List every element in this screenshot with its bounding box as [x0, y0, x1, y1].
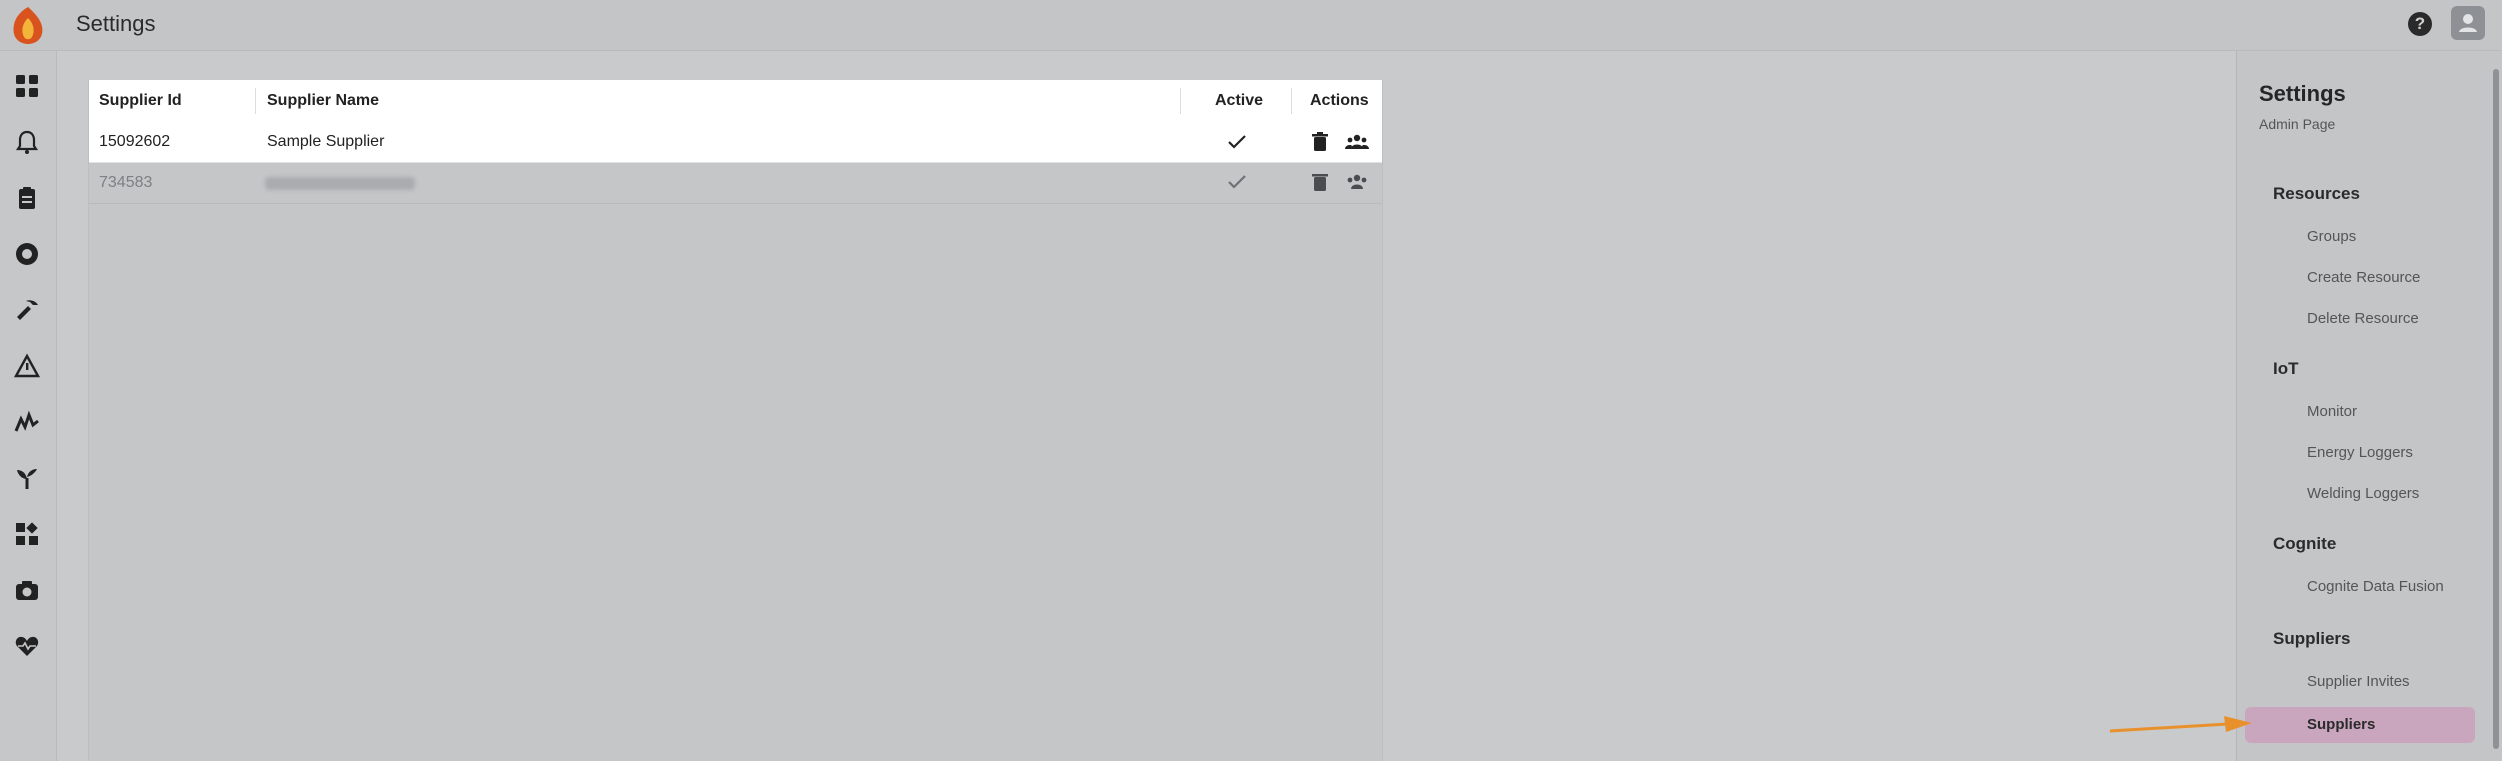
- check-icon: [1228, 175, 1246, 189]
- table-header: Supplier Id Supplier Name Active Actions: [89, 80, 1382, 123]
- column-divider: [1291, 88, 1292, 114]
- panel-title: Settings: [2259, 81, 2346, 106]
- warning-icon[interactable]: [14, 353, 40, 379]
- supplier-id-cell: 15092602: [99, 133, 171, 150]
- settings-side-panel: Settings Admin Page Resources Groups Cre…: [2236, 51, 2491, 761]
- suppliers-table: Supplier Id Supplier Name Active Actions…: [88, 80, 1383, 761]
- column-header-supplier-name[interactable]: Supplier Name: [267, 92, 379, 110]
- nav-item-monitor[interactable]: Monitor: [2307, 403, 2357, 420]
- panel-scrollbar[interactable]: [2490, 51, 2502, 761]
- column-header-supplier-id[interactable]: Supplier Id: [99, 92, 182, 110]
- page-title: Settings: [76, 11, 156, 36]
- chart-circle-icon[interactable]: [14, 241, 40, 267]
- scrollbar-thumb[interactable]: [2493, 69, 2499, 749]
- section-heading-cognite: Cognite: [2273, 534, 2337, 553]
- supplier-name-cell-redacted: [265, 177, 415, 190]
- delete-icon[interactable]: [1311, 172, 1329, 192]
- analytics-icon[interactable]: [14, 409, 40, 435]
- column-header-active[interactable]: Active: [1215, 92, 1263, 110]
- group-icon[interactable]: [1345, 133, 1369, 151]
- nav-item-suppliers-label: Suppliers: [2307, 716, 2376, 733]
- bell-icon[interactable]: [14, 129, 40, 155]
- column-divider: [255, 88, 256, 114]
- nav-item-create-resource[interactable]: Create Resource: [2307, 269, 2420, 286]
- nav-item-energy-loggers[interactable]: Energy Loggers: [2307, 444, 2413, 461]
- widgets-icon[interactable]: [14, 521, 40, 547]
- delete-icon[interactable]: [1311, 132, 1329, 152]
- check-icon: [1228, 135, 1246, 149]
- nav-item-welding-loggers[interactable]: Welding Loggers: [2307, 485, 2419, 502]
- user-icon: [2459, 14, 2477, 32]
- left-nav-rail: [0, 51, 57, 761]
- plant-icon[interactable]: [14, 465, 40, 491]
- panel-subtitle: Admin Page: [2259, 116, 2336, 132]
- table-row[interactable]: 15092602 Sample Supplier: [89, 122, 1382, 163]
- dashboard-icon[interactable]: [14, 73, 40, 99]
- nav-item-suppliers-active[interactable]: Suppliers: [2245, 707, 2475, 743]
- nav-item-delete-resource[interactable]: Delete Resource: [2307, 310, 2419, 327]
- tool-icon[interactable]: [14, 297, 40, 323]
- section-heading-iot: IoT: [2273, 359, 2299, 378]
- help-icon[interactable]: ?: [2408, 12, 2432, 36]
- heart-monitor-icon[interactable]: [14, 633, 40, 659]
- pointer-arrow-icon: [2109, 716, 2252, 733]
- nav-item-supplier-invites[interactable]: Supplier Invites: [2307, 673, 2410, 690]
- clipboard-icon[interactable]: [14, 185, 40, 211]
- group-icon[interactable]: [1345, 173, 1369, 191]
- table-row[interactable]: 734583: [89, 163, 1382, 204]
- app-logo[interactable]: [6, 4, 50, 46]
- supplier-name-cell: Sample Supplier: [267, 133, 385, 150]
- section-heading-resources: Resources: [2273, 184, 2360, 203]
- nav-item-cognite-data-fusion[interactable]: Cognite Data Fusion: [2307, 578, 2444, 595]
- column-header-actions: Actions: [1310, 92, 1369, 109]
- column-divider: [1180, 88, 1181, 114]
- top-bar: Settings ?: [0, 0, 2502, 51]
- avatar[interactable]: [2451, 6, 2485, 40]
- camera-icon[interactable]: [14, 577, 40, 603]
- nav-item-groups[interactable]: Groups: [2307, 228, 2356, 245]
- supplier-id-cell: 734583: [99, 174, 153, 191]
- section-heading-suppliers: Suppliers: [2273, 629, 2351, 648]
